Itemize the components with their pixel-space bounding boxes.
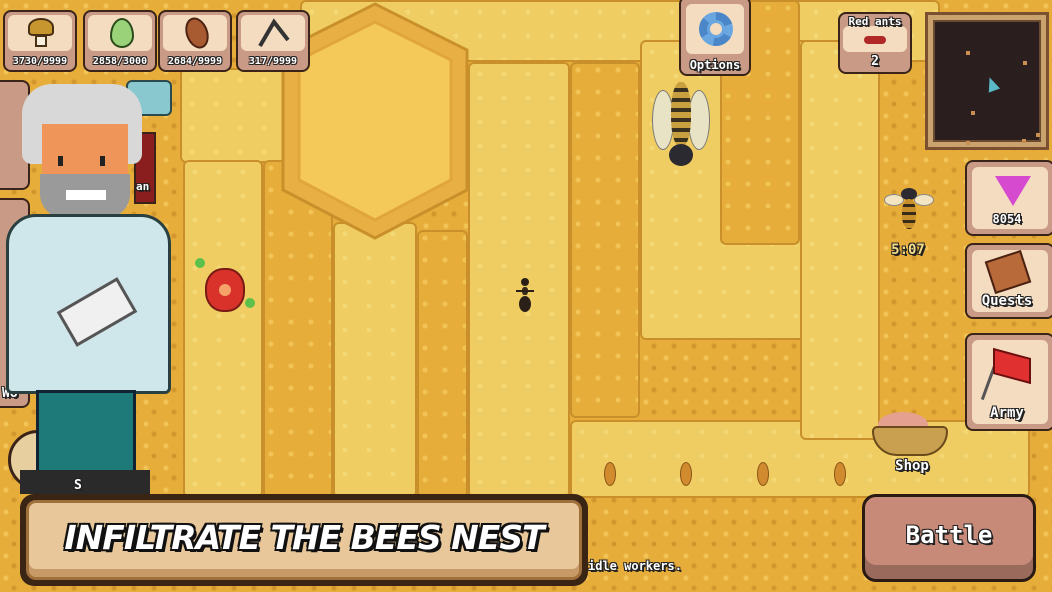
bee-timer: 5:07 — [891, 242, 925, 258]
red-ants-counter: Red ants 2 — [838, 12, 912, 74]
giant-fly-enemy[interactable] — [652, 82, 710, 187]
army-button[interactable]: Army — [965, 333, 1052, 431]
seed-item[interactable] — [834, 462, 846, 486]
red-flower-food[interactable] — [195, 258, 255, 324]
shop-label: Shop — [895, 458, 929, 474]
quests-label: Quests — [981, 293, 1033, 309]
almond-count: 2684/9999 — [167, 56, 223, 67]
seed-item[interactable] — [604, 462, 616, 486]
army-label: Army — [990, 405, 1024, 421]
honeycomb-wall — [417, 230, 468, 498]
battle-label: Battle — [905, 521, 993, 549]
promo-banner: INFILTRATE THE BEES NEST — [20, 494, 588, 586]
gem-icon — [995, 176, 1031, 206]
label-fragment: S — [74, 478, 82, 493]
seed-item[interactable] — [680, 462, 692, 486]
corridor — [183, 160, 263, 498]
twig-icon — [258, 18, 290, 48]
corridor — [800, 40, 880, 440]
gems-count: 8054 — [992, 212, 1022, 226]
minimap[interactable] — [925, 12, 1049, 150]
mushroom-count: 3730/9999 — [12, 56, 68, 67]
basket-icon — [872, 426, 948, 456]
red-ants-label: Red ants — [848, 15, 902, 28]
honeycomb-wall — [570, 62, 640, 418]
mushroom-icon — [28, 18, 54, 36]
leaf-count: 2858/3000 — [92, 56, 148, 67]
quests-button[interactable]: Quests — [965, 243, 1052, 319]
battle-button[interactable]: Battle — [862, 494, 1036, 582]
red-ants-count: 2 — [871, 54, 879, 69]
hint-text: idle workers. — [588, 559, 682, 573]
resource-twig: 317/9999 — [236, 10, 310, 72]
options-label: Options — [689, 58, 741, 72]
shop-button[interactable]: Shop — [868, 408, 956, 480]
leaf-icon — [110, 18, 134, 48]
bee-enemy[interactable] — [884, 186, 934, 232]
resource-almond: 2684/9999 — [158, 10, 232, 72]
resource-mushroom: 3730/9999 — [3, 10, 77, 72]
black-ant-unit[interactable] — [516, 278, 534, 314]
seed-item[interactable] — [757, 462, 769, 486]
banner-text: INFILTRATE THE BEES NEST — [64, 518, 544, 557]
twig-count: 317/9999 — [248, 56, 298, 67]
red-ant-icon — [864, 36, 886, 44]
corridor — [333, 222, 417, 498]
scientist-character — [0, 84, 185, 496]
resource-leaf: 2858/3000 — [83, 10, 157, 72]
options-button[interactable]: Options — [679, 0, 751, 76]
gems-button[interactable]: 8054 — [965, 160, 1052, 236]
